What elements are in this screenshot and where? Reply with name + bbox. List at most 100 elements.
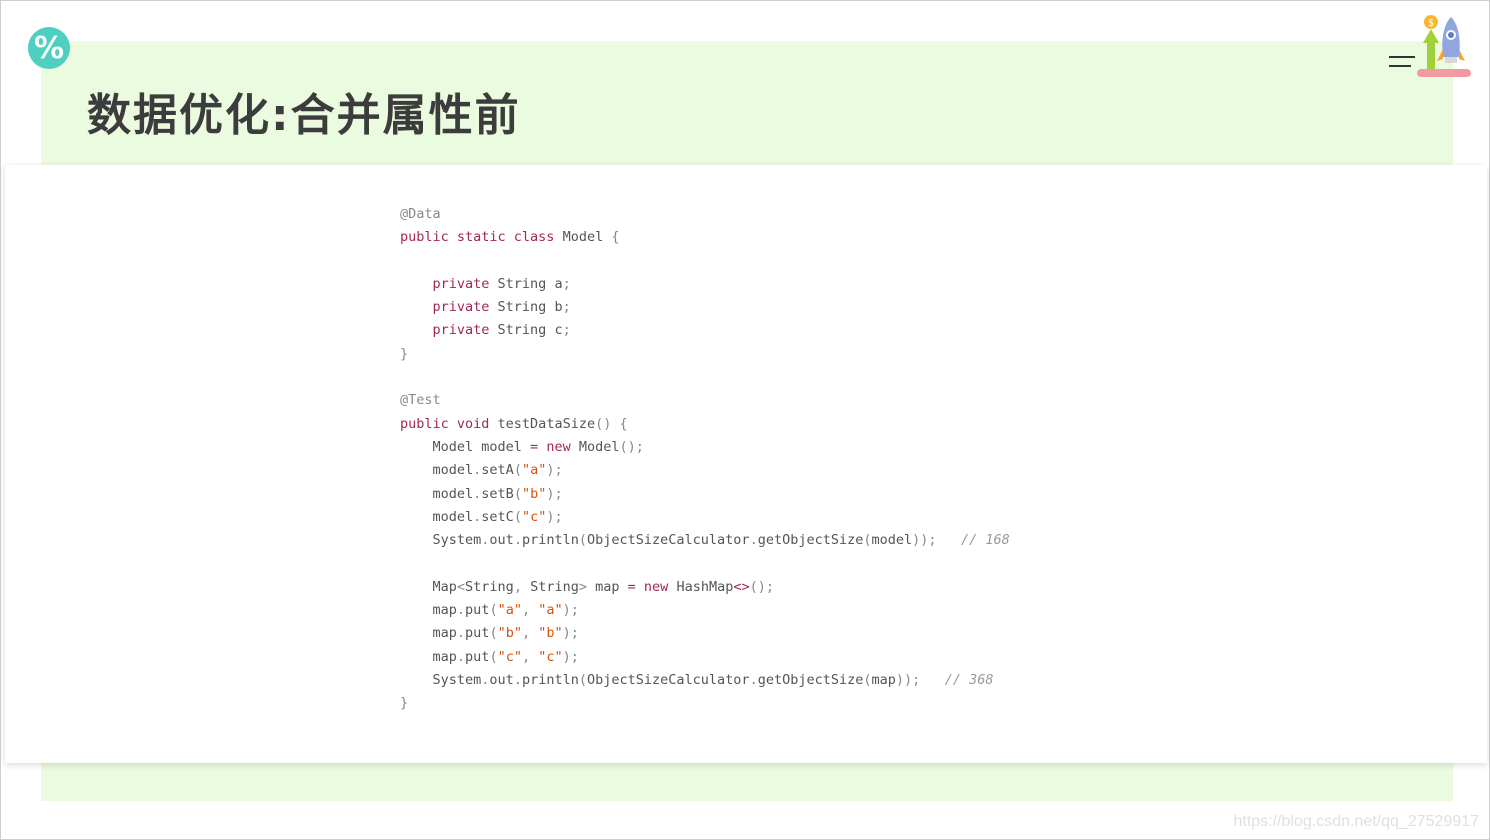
code-token: } [400, 345, 409, 362]
code-token: public void [400, 415, 498, 432]
code-token: out [489, 671, 514, 688]
code-token: ); [562, 648, 579, 665]
code-token: ObjectSizeCalculator [587, 671, 750, 688]
code-token: String [465, 578, 514, 595]
code-token: . [749, 671, 758, 688]
code-block: @Data public static class Model { private… [400, 203, 1010, 716]
code-token: println [521, 671, 579, 688]
code-token: model [871, 532, 913, 549]
code-line: model.setB("b"); [400, 483, 1010, 506]
code-token: String c [497, 322, 563, 339]
code-token: . [456, 602, 466, 619]
code-token: Model [578, 438, 620, 455]
code-token: getObjectSize [757, 532, 864, 549]
code-token: ); [546, 508, 563, 525]
code-token: ; [562, 322, 571, 339]
code-token: // 368 [944, 671, 994, 688]
code-token: String [530, 578, 579, 595]
code-token: { [611, 229, 620, 246]
code-token: "c" [538, 648, 563, 665]
code-token: ( [863, 671, 872, 688]
code-token: ; [562, 275, 571, 292]
code-token: model [400, 462, 474, 479]
code-line: private String b; [400, 296, 1010, 319]
code-token: // 168 [960, 532, 1010, 549]
code-token: = [627, 578, 644, 595]
code-token: ); [562, 602, 579, 619]
code-token: . [513, 671, 522, 688]
code-token: , [521, 625, 539, 642]
code-token: , [521, 602, 539, 619]
code-token: "c" [521, 508, 547, 525]
code-line: public void testDataSize() { [400, 413, 1010, 436]
code-token: (); [749, 578, 774, 595]
code-token: ( [513, 485, 522, 502]
code-token: String b [497, 299, 563, 316]
code-token: String a [497, 275, 563, 292]
rocket-icon: $ [1417, 15, 1471, 77]
code-token: "a" [538, 602, 563, 619]
code-card: @Data public static class Model { private… [5, 165, 1487, 763]
code-token: "c" [497, 648, 522, 665]
code-token: private [400, 322, 498, 339]
slide-title: 数据优化:合并属性前 [87, 90, 521, 141]
code-token: getObjectSize [757, 671, 864, 688]
code-line: private String a; [400, 273, 1010, 296]
code-token: , [521, 648, 539, 665]
code-line: Map<String, String> map = new HashMap<>(… [400, 576, 1010, 599]
code-token: "b" [538, 625, 563, 642]
code-token: testDataSize [497, 415, 596, 432]
code-token: "a" [521, 462, 547, 479]
code-line: System.out.println(ObjectSizeCalculator.… [400, 669, 1010, 692]
code-token: put [465, 602, 490, 619]
code-token: . [749, 532, 758, 549]
menu-icon[interactable] [1387, 53, 1415, 69]
code-line: @Data [400, 203, 1010, 226]
code-token: ); [546, 485, 563, 502]
code-line: } [400, 343, 1010, 366]
code-token: map [595, 578, 628, 595]
code-token: new [643, 578, 677, 595]
code-token: Model model [400, 438, 531, 455]
code-token: <> [733, 578, 750, 595]
code-token: ObjectSizeCalculator [587, 532, 750, 549]
code-token: setB [481, 485, 514, 502]
code-line: model.setA("a"); [400, 459, 1010, 482]
code-line: map.put("c", "c"); [400, 646, 1010, 669]
code-token: private [400, 275, 498, 292]
code-token: . [456, 648, 466, 665]
code-token: ; [562, 299, 571, 316]
code-token: )); [912, 532, 961, 549]
code-token: HashMap [676, 578, 734, 595]
code-token: . [456, 625, 466, 642]
code-token: setA [481, 462, 514, 479]
code-token: ); [562, 625, 579, 642]
code-token: map [400, 625, 457, 642]
code-line: public static class Model { [400, 226, 1010, 249]
code-token: model [400, 508, 474, 525]
code-token: private [400, 299, 498, 316]
code-token: "a" [497, 602, 522, 619]
code-token: setC [481, 508, 514, 525]
code-token: Model [562, 229, 612, 246]
code-token: System [400, 671, 482, 688]
code-token: map [871, 671, 896, 688]
code-token: new [546, 438, 579, 455]
code-token: Map [400, 578, 457, 595]
watermark: https://blog.csdn.net/qq_27529917 [1233, 813, 1479, 830]
code-line: private String c; [400, 319, 1010, 342]
code-token: ( [489, 625, 498, 642]
code-token: public static class [400, 229, 563, 246]
code-line: map.put("a", "a"); [400, 599, 1010, 622]
code-token: } [400, 695, 409, 712]
code-token: ( [489, 648, 498, 665]
code-token: ); [546, 462, 563, 479]
code-token: println [521, 532, 579, 549]
code-line: @Test [400, 389, 1010, 412]
code-token: map [400, 648, 457, 665]
code-line: model.setC("c"); [400, 506, 1010, 529]
code-token: ( [513, 462, 522, 479]
